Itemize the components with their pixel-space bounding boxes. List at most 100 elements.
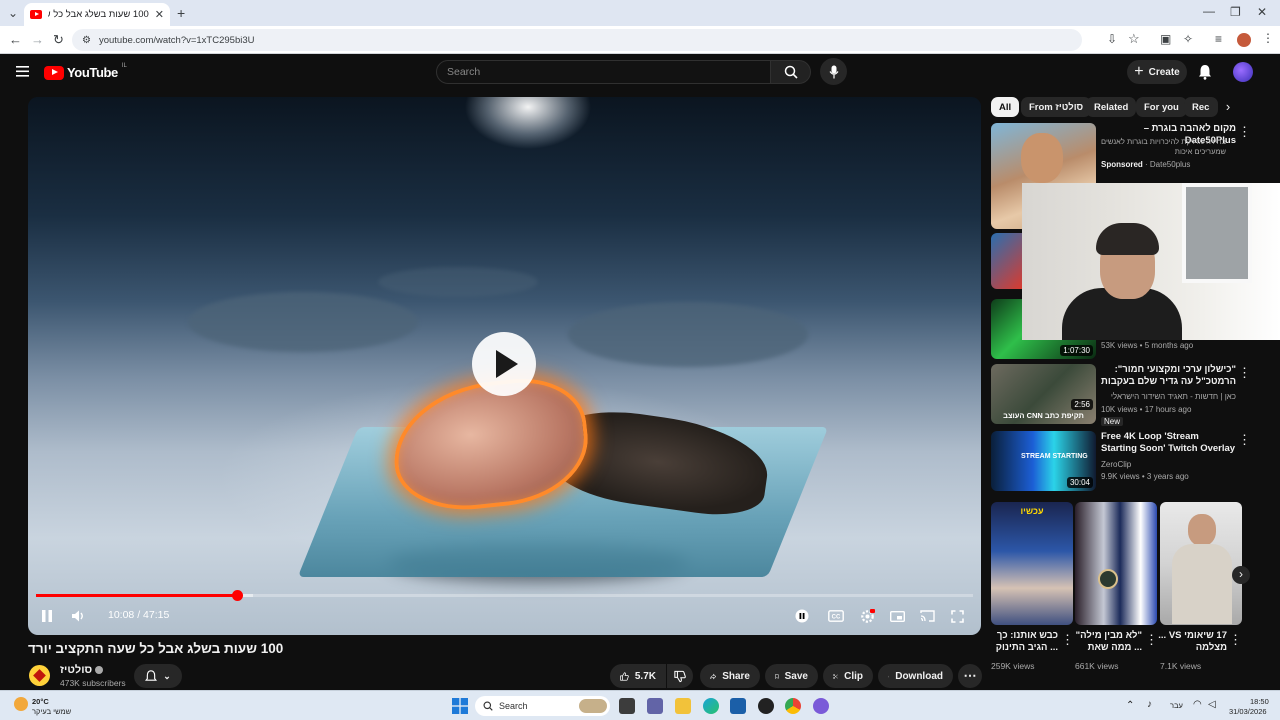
more-icon[interactable]: ⋮	[1061, 633, 1074, 646]
task-view-icon[interactable]	[619, 698, 635, 714]
chrome-icon[interactable]	[785, 698, 801, 714]
windows-start-icon[interactable]	[452, 698, 468, 714]
subtitles-icon[interactable]: CC	[825, 605, 847, 627]
create-button[interactable]: + Create	[1127, 60, 1187, 84]
bookmark-star-icon[interactable]: ☆	[1128, 32, 1140, 45]
window-close-icon[interactable]: ✕	[1257, 6, 1267, 18]
autoplay-toggle-icon[interactable]	[791, 605, 813, 627]
os-taskbar: 20°C שמשי בעיקר Search ⌃ ♪ עבר ◠ ◁ 18:50…	[0, 690, 1280, 720]
short-title[interactable]: "לא מבין מילה" ... ממה שאת	[1072, 630, 1142, 654]
notification-bell-button[interactable]: ⌄	[134, 664, 182, 688]
recommendation-channel[interactable]: ZeroClip	[1101, 460, 1131, 469]
omnibox[interactable]: ⚙ youtube.com/watch?v=1xTC295bi3U	[72, 29, 1082, 51]
chip-all[interactable]: All	[991, 97, 1020, 117]
cast-icon[interactable]	[916, 605, 938, 627]
recommendation-ad[interactable]: מקום לאהבה בוגרת – Date50Plus בחירה מדוי…	[991, 123, 1266, 229]
account-avatar[interactable]	[1233, 62, 1253, 82]
minimize-icon[interactable]: —	[1203, 5, 1215, 17]
search-input[interactable]	[447, 66, 770, 78]
dislike-button[interactable]	[667, 664, 693, 688]
clock-date[interactable]: 31/03/2026	[1229, 707, 1267, 716]
profile-avatar[interactable]	[1237, 33, 1251, 47]
search-field[interactable]	[436, 60, 771, 84]
taskbar-search[interactable]: Search	[475, 696, 610, 716]
teams-icon[interactable]	[647, 698, 663, 714]
maximize-icon[interactable]: ❐	[1230, 6, 1241, 18]
speaker-icon[interactable]: ◁	[1208, 699, 1216, 710]
recommendation-item[interactable]: STREAM STARTING 30:04 Free 4K Loop 'Stre…	[991, 431, 1266, 493]
recommendation-title[interactable]: Free 4K Loop 'Stream Starting Soon' Twit…	[1101, 431, 1236, 455]
voice-search-button[interactable]	[820, 58, 847, 85]
back-icon[interactable]: ←	[9, 33, 22, 46]
new-tab-icon[interactable]: +	[177, 6, 185, 20]
tray-mic-icon[interactable]: ♪	[1147, 699, 1152, 710]
store-icon[interactable]	[730, 698, 746, 714]
tab-search-icon[interactable]: ⌄	[8, 7, 18, 19]
short-thumbnail[interactable]	[1075, 502, 1157, 625]
search-button[interactable]	[771, 60, 811, 84]
recommendation-item[interactable]: תקיפת כתב CNN העוצב 2:56 "כישלון ערכי ומ…	[991, 364, 1266, 426]
video-player[interactable]: 10:08 / 47:15 CC	[28, 97, 981, 635]
big-play-button[interactable]	[472, 332, 536, 396]
recommendation-title[interactable]: "כישלון ערכי ומקצועי חמור": הרמטכ"ל עה ג…	[1101, 364, 1236, 388]
extension-icon[interactable]: ▣	[1160, 33, 1171, 45]
channel-name-row[interactable]: סולטיז	[60, 664, 104, 676]
download-button[interactable]: Download	[878, 664, 953, 688]
youtube-logo[interactable]: YouTube IL	[44, 63, 127, 80]
progress-bar[interactable]	[36, 590, 973, 601]
tab-close-icon[interactable]: ✕	[155, 8, 164, 21]
save-button[interactable]: Save	[765, 664, 818, 688]
settings-icon[interactable]	[856, 605, 878, 627]
miniplayer-icon[interactable]	[886, 605, 908, 627]
sponsored-badge: Sponsored	[1101, 160, 1143, 169]
app-icon[interactable]	[758, 698, 774, 714]
more-actions-button[interactable]: ⋯	[958, 664, 982, 688]
short-thumbnail[interactable]: עכשיו	[991, 502, 1073, 625]
volume-icon[interactable]	[68, 605, 90, 627]
clock-time[interactable]: 18:50	[1250, 697, 1269, 706]
language-indicator[interactable]: עבר	[1170, 701, 1183, 710]
chip-from-channel[interactable]: From סולטיז	[1021, 97, 1092, 117]
weather-icon[interactable]	[14, 697, 28, 711]
more-icon[interactable]: ⋮	[1145, 633, 1158, 646]
channel-avatar[interactable]	[29, 665, 50, 686]
short-title[interactable]: כבש אותנו: כך ... הגיב התינוק	[988, 630, 1058, 654]
chip-related[interactable]: Related	[1086, 97, 1137, 117]
short-title[interactable]: 17 שיאומי VS ... מצלמה	[1157, 630, 1227, 654]
recommendation-thumbnail-partial[interactable]	[991, 233, 1022, 289]
chip-recent[interactable]: Rec	[1184, 97, 1218, 117]
pause-icon[interactable]	[36, 605, 58, 627]
wifi-icon[interactable]: ◠	[1193, 699, 1202, 710]
site-info-icon[interactable]: ⚙	[82, 35, 91, 46]
chip-for-you[interactable]: For you	[1136, 97, 1187, 117]
weather-temp[interactable]: 20°C	[32, 697, 49, 706]
shorts-next-icon[interactable]: ›	[1232, 566, 1250, 584]
more-icon[interactable]: ⋮	[1229, 633, 1242, 646]
more-icon[interactable]: ⋮	[1238, 125, 1251, 138]
clip-button[interactable]: Clip	[823, 664, 873, 688]
media-control-icon[interactable]: ≡	[1215, 33, 1222, 45]
more-icon[interactable]: ⋮	[1238, 433, 1251, 446]
channel-name[interactable]: סולטיז	[60, 664, 92, 676]
install-icon[interactable]: ⇩	[1107, 33, 1117, 45]
fullscreen-icon[interactable]	[946, 605, 968, 627]
share-button[interactable]: Share	[700, 664, 760, 688]
more-icon[interactable]: ⋮	[1238, 366, 1251, 379]
recommendation-channel[interactable]: כאן | חדשות - תאגיד השידור הישראלי	[1101, 392, 1236, 401]
chrome-menu-icon[interactable]: ⋮	[1262, 32, 1274, 44]
reload-icon[interactable]: ↻	[53, 33, 64, 46]
tray-chevron-icon[interactable]: ⌃	[1126, 700, 1134, 711]
file-explorer-icon[interactable]	[675, 698, 691, 714]
browser-tab[interactable]: 100 שעות בשלג אבל כל שעה התקציב יורד ✕	[24, 3, 170, 26]
short-thumbnail[interactable]	[1160, 502, 1242, 625]
recommendation-thumbnail[interactable]: תקיפת כתב CNN העוצב 2:56	[991, 364, 1096, 424]
chips-next-icon[interactable]: ›	[1220, 99, 1236, 115]
discord-icon[interactable]	[813, 698, 829, 714]
forward-icon[interactable]: →	[31, 33, 44, 46]
like-button[interactable]: 5.7K	[610, 664, 666, 688]
recommendation-thumbnail[interactable]: STREAM STARTING 30:04	[991, 431, 1096, 491]
bell-icon[interactable]	[1198, 64, 1212, 80]
edge-icon[interactable]	[703, 698, 719, 714]
extensions-puzzle-icon[interactable]: ✧	[1183, 33, 1193, 45]
menu-icon[interactable]	[16, 66, 29, 77]
